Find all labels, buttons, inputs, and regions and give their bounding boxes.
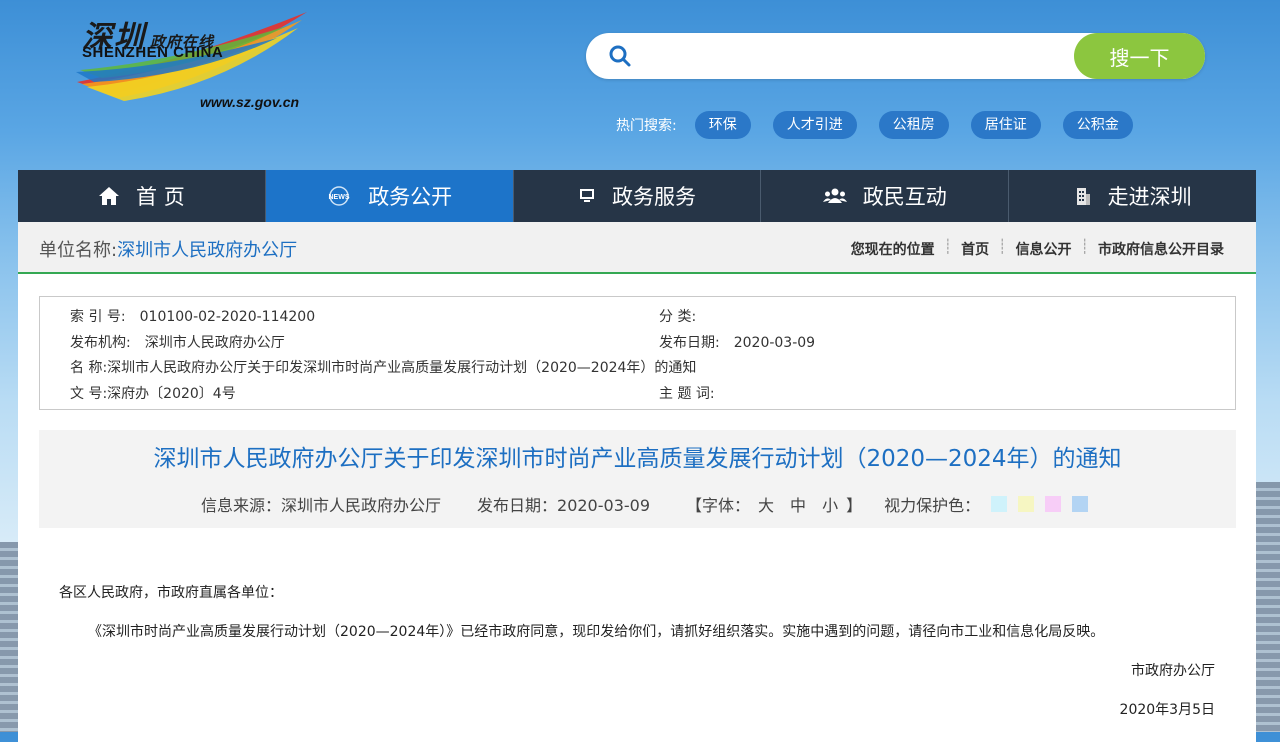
document-meta-table: 索 引 号: 010100-02-2020-114200 分 类: 发布机构: 深圳… — [39, 296, 1236, 410]
nav-home-label: 首 页 — [136, 185, 185, 209]
font-size-small-button[interactable]: 小 — [822, 492, 838, 516]
search-button[interactable]: 搜一下 — [1074, 33, 1205, 79]
hot-tag-public-housing[interactable]: 公租房 — [878, 111, 949, 139]
nav-home[interactable]: 首 页 — [18, 170, 266, 222]
meta-date-value: 2020-03-09 — [733, 335, 816, 351]
font-size-label: 【字体： — [686, 496, 751, 515]
eye-color-swatch-pink[interactable] — [1045, 496, 1062, 512]
nav-about-shenzhen[interactable]: 走进深圳 — [1009, 170, 1256, 222]
breadcrumb-info-public[interactable]: 信息公开 — [1016, 239, 1072, 259]
nav-interaction[interactable]: 政民互动 — [761, 170, 1010, 222]
search-input[interactable] — [646, 41, 1070, 73]
logo-english: SHENZHEN CHINA — [82, 44, 224, 61]
people-icon — [822, 187, 847, 205]
logo-url: www.sz.gov.cn — [200, 94, 300, 110]
breadcrumb-home[interactable]: 首页 — [961, 239, 989, 259]
meta-date-row: 发布日期: 2020-03-09 — [659, 332, 815, 352]
font-size-medium-button[interactable]: 中 — [790, 492, 806, 516]
building-icon — [1074, 186, 1092, 206]
nav-government-affairs[interactable]: NEWS 政务公开 — [265, 170, 514, 222]
breadcrumb-location: 您现在的位置 — [850, 242, 935, 258]
meta-date-label: 发布日期: — [659, 335, 720, 351]
main-nav: 首 页 NEWS 政务公开 政务服务 政民互动 走进深圳 — [18, 170, 1256, 222]
hot-tag-residence-permit[interactable]: 居住证 — [970, 111, 1041, 139]
city-skyline-right — [1256, 482, 1280, 732]
meta-docno-row: 文 号:深府办〔2020〕4号 — [70, 383, 236, 403]
svg-text:NEWS: NEWS — [329, 194, 350, 201]
site-logo[interactable]: 深圳 政府在线 SHENZHEN CHINA www.sz.gov.cn — [72, 10, 322, 115]
meta-docno-label: 文 号: — [70, 386, 108, 402]
document-pubdate: 发布日期：2020-03-09 — [477, 496, 651, 515]
meta-name-row: 名 称:深圳市人民政府办公厅关于印发深圳市时尚产业高质量发展行动计划（2020—… — [70, 357, 696, 377]
meta-category-row: 分 类: — [659, 306, 710, 326]
document-paragraph: 《深圳市时尚产业高质量发展行动计划（2020—2024年）》已经市政府同意，现印… — [88, 624, 1105, 640]
document-info-bar: 信息来源：深圳市人民政府办公厅 发布日期：2020-03-09 【字体： 大 中… — [201, 492, 1089, 516]
nav-government-services-label: 政务服务 — [611, 185, 696, 209]
font-size-close: 】 — [846, 496, 863, 515]
meta-topic-row: 主 题 词: — [659, 383, 729, 403]
hot-tag-env[interactable]: 环保 — [694, 111, 751, 139]
news-icon: NEWS — [326, 186, 352, 206]
unit-label: 单位名称: — [39, 240, 118, 261]
document-signature: 市政府办公厅 — [1131, 663, 1215, 679]
document-title: 深圳市人民政府办公厅关于印发深圳市时尚产业高质量发展行动计划（2020—2024… — [153, 446, 1122, 472]
eye-color-swatch-blue[interactable] — [1072, 496, 1089, 512]
meta-index-row: 索 引 号: 010100-02-2020-114200 — [70, 306, 315, 326]
nav-government-services[interactable]: 政务服务 — [514, 170, 762, 222]
font-size-large-button[interactable]: 大 — [758, 492, 774, 516]
hot-search-label: 热门搜索: — [616, 118, 677, 134]
document-header: 深圳市人民政府办公厅关于印发深圳市时尚产业高质量发展行动计划（2020—2024… — [39, 430, 1236, 528]
eye-color-swatch-yellow[interactable] — [1018, 496, 1035, 512]
meta-name-value: 深圳市人民政府办公厅关于印发深圳市时尚产业高质量发展行动计划（2020—2024… — [107, 360, 697, 376]
hot-search: 热门搜索: 环保 人才引进 公租房 居住证 公积金 — [616, 110, 1155, 140]
breadcrumb: 您现在的位置 ┊ 首页 ┊ 信息公开 ┊ 市政府信息公开目录 — [851, 239, 1224, 259]
search-box: 搜一下 — [586, 33, 1205, 79]
breadcrumb-separator: ┊ — [1080, 239, 1089, 255]
hot-tag-talent[interactable]: 人才引进 — [772, 111, 857, 139]
meta-topic-label: 主 题 词: — [659, 386, 715, 402]
breadcrumb-separator: ┊ — [943, 239, 953, 255]
meta-org-row: 发布机构: 深圳市人民政府办公厅 — [70, 332, 285, 352]
meta-index-label: 索 引 号: — [70, 309, 126, 325]
meta-name-label: 名 称: — [70, 360, 108, 376]
nav-about-shenzhen-label: 走进深圳 — [1107, 185, 1192, 209]
content-panel: 单位名称:深圳市人民政府办公厅 您现在的位置 ┊ 首页 ┊ 信息公开 ┊ 市政府… — [18, 222, 1256, 742]
document-sign-date: 2020年3月5日 — [1119, 702, 1215, 718]
breadcrumb-catalog[interactable]: 市政府信息公开目录 — [1098, 239, 1224, 259]
breadcrumb-separator: ┊ — [998, 239, 1007, 255]
unit-heading: 单位名称:深圳市人民政府办公厅 — [39, 236, 297, 262]
nav-government-affairs-label: 政务公开 — [368, 185, 453, 209]
city-skyline-left — [0, 542, 18, 732]
nav-interaction-label: 政民互动 — [862, 185, 947, 209]
eye-color-swatch-cyan[interactable] — [991, 496, 1008, 512]
meta-org-value: 深圳市人民政府办公厅 — [144, 335, 285, 351]
document-source: 信息来源：深圳市人民政府办公厅 — [201, 496, 442, 515]
monitor-icon — [578, 187, 596, 205]
hot-tag-housing-fund[interactable]: 公积金 — [1062, 111, 1133, 139]
meta-docno-value: 深府办〔2020〕4号 — [107, 386, 236, 402]
search-icon[interactable] — [608, 44, 632, 68]
meta-index-value: 010100-02-2020-114200 — [139, 309, 316, 325]
unit-name-link[interactable]: 深圳市人民政府办公厅 — [117, 240, 297, 261]
unit-bar: 单位名称:深圳市人民政府办公厅 您现在的位置 ┊ 首页 ┊ 信息公开 ┊ 市政府… — [18, 222, 1256, 274]
meta-category-label: 分 类: — [659, 309, 697, 325]
eye-protection-label: 视力保护色： — [884, 496, 981, 515]
document-salutation: 各区人民政府，市政府直属各单位： — [59, 585, 283, 601]
home-icon — [98, 186, 120, 206]
meta-org-label: 发布机构: — [70, 335, 131, 351]
